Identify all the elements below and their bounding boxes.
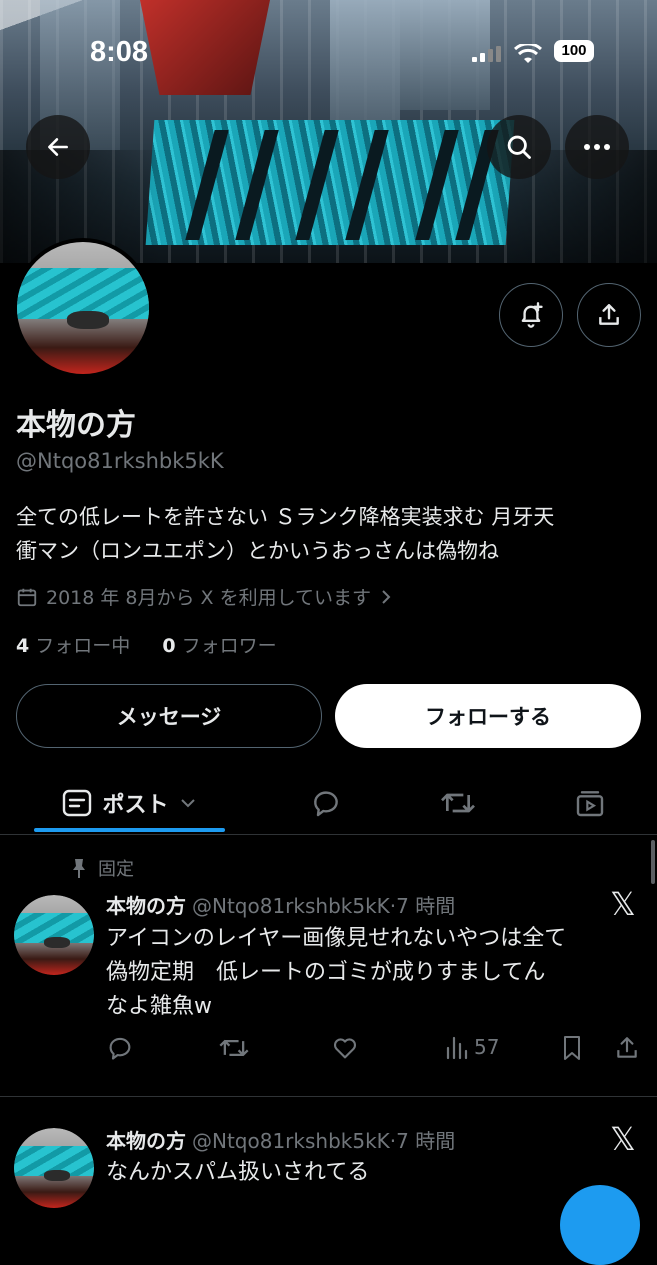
profile-display-name: 本物の方 bbox=[16, 408, 136, 443]
media-icon bbox=[576, 791, 604, 817]
followers-link[interactable]: 0 フォロワー bbox=[162, 635, 276, 657]
battery-indicator: 100 bbox=[554, 40, 594, 62]
post-author-name[interactable]: 本物の方 bbox=[106, 1129, 186, 1153]
post-avatar[interactable] bbox=[14, 895, 94, 975]
bio-line: 全ての低レートを許さない Ｓランク降格実装求む 月牙天 bbox=[16, 505, 555, 529]
x-logo-icon: 𝕏 bbox=[610, 1121, 636, 1157]
compose-button[interactable] bbox=[560, 1185, 640, 1265]
pinned-indicator: 固定 bbox=[70, 855, 134, 881]
calendar-icon bbox=[17, 588, 37, 606]
bio-line: 衝マン（ロンユエポン）とかいうおっさんは偽物ね bbox=[16, 539, 499, 563]
joined-date[interactable]: 2018 年 8月から X を利用しています bbox=[16, 583, 393, 610]
bell-plus-icon bbox=[521, 302, 543, 328]
status-time: 8:08 bbox=[90, 36, 149, 68]
reply-button[interactable] bbox=[106, 1034, 134, 1062]
post-header: 本物の方 @Ntqo81rkshbk5kK·7 時間 bbox=[106, 890, 455, 919]
signal-icon bbox=[472, 46, 501, 62]
reply-icon bbox=[314, 791, 338, 817]
views-count: 57 bbox=[474, 1035, 500, 1059]
followers-label: フォロワー bbox=[181, 635, 277, 657]
post-actions: 57 bbox=[106, 1034, 646, 1068]
followers-count: 0 bbox=[162, 635, 176, 657]
scrollbar[interactable] bbox=[651, 840, 655, 884]
post-avatar[interactable] bbox=[14, 1128, 94, 1208]
post-text-line: アイコンのレイヤー画像見せれないやつは全て bbox=[106, 926, 567, 951]
profile-tabs: ポスト bbox=[0, 772, 657, 835]
more-button[interactable] bbox=[565, 115, 629, 179]
chevron-down-icon bbox=[180, 799, 195, 808]
reply-icon bbox=[109, 1037, 131, 1060]
tab-posts[interactable]: ポスト bbox=[34, 772, 225, 834]
views-icon bbox=[446, 1036, 468, 1060]
heart-icon bbox=[333, 1038, 357, 1059]
follow-counts: 4 フォロー中 0 フォロワー bbox=[16, 631, 277, 658]
joined-text: 2018 年 8月から X を利用しています bbox=[46, 587, 372, 609]
post-text: アイコンのレイヤー画像見せれないやつは全て 偽物定期 低レートのゴミが成りすまし… bbox=[106, 922, 636, 1024]
post-text-line: 偽物定期 低レートのゴミが成りすましてん bbox=[106, 960, 546, 985]
repost-icon bbox=[441, 793, 475, 813]
post[interactable]: 本物の方 @Ntqo81rkshbk5kK·7 時間 𝕏 なんかスパム扱いされてる bbox=[0, 1110, 657, 1208]
post-text: なんかスパム扱いされてる bbox=[106, 1156, 636, 1190]
profile-handle: @Ntqo81rkshbk5kK bbox=[16, 449, 224, 473]
post-icon bbox=[63, 789, 92, 817]
notify-button[interactable] bbox=[499, 283, 563, 347]
following-count: 4 bbox=[16, 635, 30, 657]
follow-button[interactable]: フォローする bbox=[335, 684, 641, 748]
post-header: 本物の方 @Ntqo81rkshbk5kK·7 時間 bbox=[106, 1125, 455, 1154]
like-button[interactable] bbox=[330, 1034, 360, 1062]
post-author-name[interactable]: 本物の方 bbox=[106, 894, 186, 918]
share-icon bbox=[599, 304, 619, 325]
chevron-right-icon bbox=[382, 589, 391, 604]
share-post-button[interactable] bbox=[614, 1034, 640, 1062]
repost-button[interactable] bbox=[218, 1034, 250, 1062]
arrow-left-icon bbox=[48, 138, 68, 156]
status-bar: 8:08 100 bbox=[0, 30, 657, 74]
following-label: フォロー中 bbox=[35, 635, 131, 657]
active-tab-indicator bbox=[34, 828, 225, 832]
post-handle-time: @Ntqo81rkshbk5kK·7 時間 bbox=[192, 894, 456, 918]
following-link[interactable]: 4 フォロー中 bbox=[16, 635, 130, 657]
search-button[interactable] bbox=[487, 115, 551, 179]
tab-media[interactable] bbox=[558, 772, 622, 834]
back-button[interactable] bbox=[26, 115, 90, 179]
repost-icon bbox=[219, 1040, 249, 1056]
share-icon bbox=[617, 1037, 637, 1058]
bookmark-icon bbox=[564, 1036, 580, 1060]
post-text-line: なよ雑魚w bbox=[106, 994, 212, 1019]
tab-replies[interactable] bbox=[294, 772, 358, 834]
pinned-label: 固定 bbox=[98, 859, 134, 880]
search-icon bbox=[507, 135, 531, 159]
wifi-icon bbox=[514, 44, 542, 63]
profile-bio: 全ての低レートを許さない Ｓランク降格実装求む 月牙天 衝マン（ロンユエポン）と… bbox=[16, 500, 646, 568]
share-button[interactable] bbox=[577, 283, 641, 347]
post-text-line: なんかスパム扱いされてる bbox=[106, 1160, 370, 1185]
x-logo-icon: 𝕏 bbox=[610, 886, 636, 922]
more-icon bbox=[584, 144, 610, 150]
post-handle-time: @Ntqo81rkshbk5kK·7 時間 bbox=[192, 1129, 456, 1153]
tab-posts-label: ポスト bbox=[102, 793, 169, 818]
tab-reposts[interactable] bbox=[426, 772, 490, 834]
message-button[interactable]: メッセージ bbox=[16, 684, 322, 748]
profile-avatar[interactable] bbox=[13, 238, 153, 378]
views-button[interactable]: 57 bbox=[444, 1034, 499, 1060]
post-divider bbox=[0, 1096, 657, 1097]
bookmark-button[interactable] bbox=[560, 1034, 584, 1062]
pin-icon bbox=[73, 859, 85, 878]
